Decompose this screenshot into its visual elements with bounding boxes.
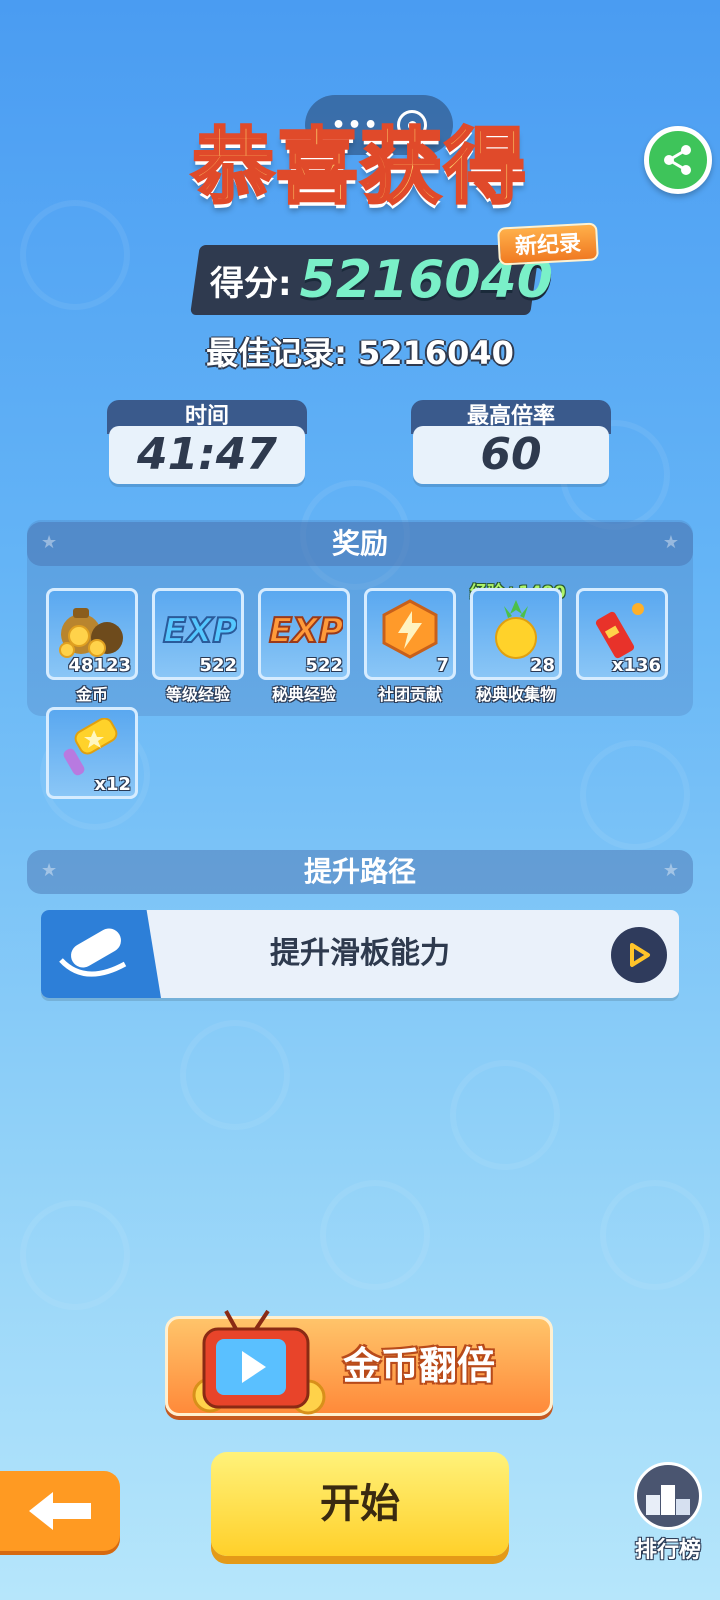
reward-item-firecracker[interactable]: x136 (576, 588, 668, 680)
upgrade-card-label: 提升滑板能力 (270, 936, 450, 971)
star-icon: ★ (41, 860, 58, 881)
score-label: 得分: (210, 263, 292, 304)
reward-label: 秘典收集物 (475, 685, 556, 704)
start-button[interactable]: 开始 (211, 1452, 509, 1556)
share-icon (664, 145, 691, 175)
start-label: 开始 (320, 1481, 400, 1527)
back-arrow-icon (29, 1492, 91, 1530)
reward-item-coins[interactable]: 48123 (46, 588, 138, 680)
pineapple-icon (473, 599, 559, 659)
double-coins-button[interactable]: 金币翻倍 (165, 1309, 553, 1416)
star-icon: ★ (41, 532, 58, 553)
reward-item-club-contribution[interactable]: 7 (364, 588, 456, 680)
reward-label: 金币 (75, 685, 108, 704)
back-button[interactable] (0, 1471, 120, 1551)
reward-item-hammer[interactable]: x12 (46, 707, 138, 799)
time-stat: 时间 41:47 (107, 400, 307, 486)
exp-blue-icon: EXP (155, 599, 241, 659)
lightning-badge-icon (367, 599, 453, 659)
reward-count: 522 (199, 655, 237, 676)
star-icon: ★ (662, 860, 679, 881)
share-button[interactable] (644, 126, 712, 194)
upgrade-skateboard-card[interactable]: 提升滑板能力 (41, 910, 679, 998)
new-record-badge: 新纪录 (497, 222, 599, 266)
reward-label: 等级经验 (165, 685, 230, 704)
podium-icon (634, 1462, 702, 1530)
reward-count: 28 (529, 655, 555, 676)
rewards-title: 奖励 (331, 527, 388, 560)
upgrade-header: ★ 提升路径 ★ (27, 850, 693, 894)
reward-count: 522 (305, 655, 343, 676)
reward-count: x136 (611, 655, 661, 676)
best-record: 最佳记录: 5216040 (206, 334, 514, 372)
double-coins-label: 金币翻倍 (343, 1344, 496, 1388)
max-multiplier-value: 60 (413, 426, 609, 484)
go-arrow-button[interactable] (611, 927, 667, 983)
reward-item-codex-exp[interactable]: EXP 522 (258, 588, 350, 680)
reward-count: 48123 (68, 655, 131, 676)
reward-item-codex-collectible[interactable]: 28 (470, 588, 562, 680)
star-icon: ★ (662, 532, 679, 553)
exp-text: EXP (269, 611, 343, 651)
reward-count: x12 (94, 774, 131, 795)
reward-label: 社团贡献 (377, 685, 442, 704)
firecracker-icon (579, 599, 665, 659)
reward-label: 秘典经验 (271, 685, 336, 704)
exp-orange-icon: EXP (261, 599, 347, 659)
time-stat-value: 41:47 (109, 426, 305, 484)
upgrade-title: 提升路径 (303, 855, 416, 888)
reward-item-level-exp[interactable]: EXP 522 (152, 588, 244, 680)
play-arrow-icon (630, 943, 650, 967)
hammer-icon (49, 718, 135, 778)
rewards-header: ★ 奖励 ★ (27, 522, 693, 566)
page-title: 恭喜获得 (190, 119, 528, 217)
leaderboard-button[interactable]: 排行榜 (628, 1462, 708, 1563)
coin-bag-icon (49, 599, 135, 659)
reward-count: 7 (436, 655, 449, 676)
leaderboard-label: 排行榜 (634, 1538, 701, 1563)
exp-text: EXP (163, 611, 237, 651)
max-multiplier-stat: 最高倍率 60 (411, 400, 611, 486)
tv-video-icon (192, 1309, 326, 1415)
